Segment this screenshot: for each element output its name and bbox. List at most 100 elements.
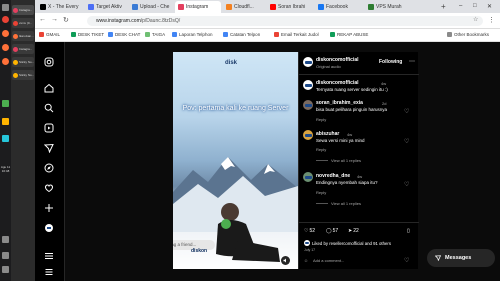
back-icon[interactable]: ← [39,16,46,23]
following-button[interactable]: Following [379,59,402,65]
chrome-icon[interactable] [2,16,9,23]
apps-grid-icon[interactable] [2,4,9,11]
save-button[interactable]: ▯ [407,228,410,234]
share-button[interactable]: ➤ 22 [348,228,359,234]
heart-icon: ♡ [304,228,309,234]
add-comment-input[interactable]: Add a comment... [313,258,344,263]
vtab-6[interactable]: Sticky No... [12,70,34,80]
network-icon[interactable] [2,100,9,107]
tab-facebook[interactable]: Facebook [315,1,361,13]
comment-username[interactable]: abiszuhar [316,131,339,137]
home-icon[interactable] [43,82,55,94]
volume-icon[interactable] [2,252,9,259]
vtab-1[interactable]: Instagra... [12,5,34,15]
bookmark-label: TAIGA [152,32,166,37]
more-options-icon[interactable]: ⋯ [409,58,415,65]
vtab-3[interactable]: Ikan-ikan... [12,31,34,41]
direct-messages-icon[interactable] [43,142,55,154]
reply-button[interactable]: Reply [316,190,326,195]
post-media[interactable]: disk Pov: pertama kali ke ruang Server T… [173,52,298,269]
comment-username[interactable]: novredha_dne [316,173,350,179]
mute-icon[interactable] [281,256,290,265]
power-icon[interactable] [2,236,9,243]
instagram-logo-icon[interactable] [43,56,55,68]
taiga-icon [145,32,150,37]
comment-avatar[interactable] [303,100,313,110]
author-avatar[interactable] [303,57,313,67]
vtab-5[interactable]: Sticky No... [12,57,34,67]
view-replies-button[interactable]: View all 1 replies [331,158,361,163]
comment-like-icon[interactable]: ♡ [404,109,410,115]
bookmark-taiga[interactable]: TAIGA [145,32,165,37]
share-icon: ➤ [348,228,353,234]
view-replies-button[interactable]: View all 1 replies [331,201,361,206]
like-button[interactable]: ♡ 52 [304,228,315,234]
hamburger-menu-icon[interactable] [43,250,55,262]
settings-icon[interactable] [2,135,9,142]
tab-cloudflare[interactable]: Cloudfl... [223,1,265,13]
emoji-icon[interactable]: ☺ [304,258,308,263]
bookmark-gmail[interactable]: GMAIL [39,32,60,37]
messages-button[interactable]: Messages [427,249,495,267]
caption-avatar[interactable] [303,80,313,90]
threads-icon[interactable] [43,266,55,278]
comment-button[interactable]: ◯ 57 [326,228,338,234]
tab-youtube[interactable]: Soran Ibrahi [267,1,313,13]
bookmark-icon: ▯ [407,228,410,234]
reply-button[interactable]: Reply [316,117,326,122]
bookmark-desk-chat[interactable]: DESK CHAT [108,32,140,37]
explore-icon[interactable] [43,162,55,174]
reply-button[interactable]: Reply [316,147,326,152]
reels-icon[interactable] [43,122,55,134]
minimize-icon[interactable]: – [459,3,462,9]
url-input[interactable]: www.instagram.com/p/Daunc.8tzDsQ/ [87,16,483,26]
comment-like-icon[interactable]: ♡ [404,182,410,188]
menu-icon[interactable]: ⋮ [488,16,495,24]
audio-label[interactable]: Original audio [316,64,341,69]
tab-instagram[interactable]: Instagram [175,1,221,13]
vtab-4[interactable]: Instagra... [12,44,34,54]
sticky-notes-icon[interactable] [2,118,9,125]
firefox-icon-2[interactable] [2,44,9,51]
tab-vps[interactable]: VPS Murah [365,1,437,13]
address-bar-row: ← → ↻ www.instagram.com/p/Daunc.8tzDsQ/ … [35,13,500,29]
tab-target[interactable]: Target Aktiv [85,1,127,13]
author-username[interactable]: diskoncomofficial [316,57,359,63]
reload-icon[interactable]: ↻ [63,16,69,24]
tab-label: Facebook [326,4,348,10]
maximize-icon[interactable]: □ [473,3,477,9]
create-plus-icon[interactable] [43,202,55,214]
bookmark-email-judol[interactable]: Email Terkait Judol [274,32,319,37]
vtab-2[interactable]: vsmv (0... [12,18,34,28]
bookmark-desk-tiket[interactable]: DESK TIKET [71,32,104,37]
comment-avatar[interactable] [303,172,313,182]
close-icon[interactable]: ✕ [487,3,492,10]
tab-label: Instagram [186,4,209,10]
bookmark-laporan-telphon[interactable]: Laporan Telphon [172,32,212,37]
new-tab-icon[interactable]: + [441,2,446,11]
firefox-icon-3[interactable] [2,58,9,65]
liked-by-text[interactable]: Liked by resellercomofficial and 91 othe… [312,241,391,246]
profile-avatar-icon[interactable] [43,222,55,234]
bookmark-other[interactable]: Other Bookmarks [447,32,489,37]
notifications-heart-icon[interactable] [43,182,55,194]
bookmark-catatan-telpon[interactable]: Catatan Telpon [223,32,260,37]
tab-bar: X - The Every Target Aktiv Upload - Che … [35,0,500,13]
bookmark-star-icon[interactable]: ☆ [473,16,478,23]
forward-icon[interactable]: → [51,16,58,23]
doc-icon [172,32,177,37]
tab-upload[interactable]: Upload - Che [129,1,173,13]
sheet-icon [330,32,335,37]
caption-username[interactable]: diskoncomofficial [316,80,359,86]
tab-x[interactable]: X - The Every [37,1,83,13]
firefox-icon[interactable] [2,30,9,37]
tab-label: Soran Ibrahi [278,4,306,10]
vtab-label: Instagra... [19,8,33,12]
comment-avatar[interactable] [303,130,313,140]
comment-send-icon[interactable]: ♡ [404,258,410,264]
bookmark-rekap-abuse[interactable]: REKAP ABUSE [330,32,368,37]
comment-like-icon[interactable]: ♡ [404,139,410,145]
comment-text: bisa buat pelihara pinguin harusnya [316,107,388,112]
search-icon[interactable] [43,102,55,114]
comment-username[interactable]: soran_ibrahim_exia [316,100,363,106]
